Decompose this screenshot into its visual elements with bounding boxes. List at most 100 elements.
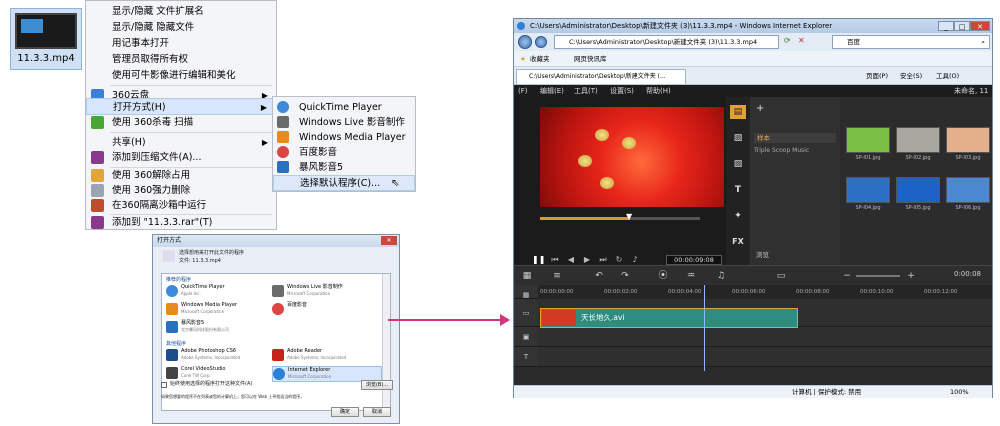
suggested-sites-link[interactable]: 网页快讯库: [574, 51, 607, 67]
subtitle-icon[interactable]: ▭: [774, 270, 788, 282]
menu-file[interactable]: (F): [518, 85, 528, 97]
storyboard-view-icon[interactable]: ▦: [520, 270, 534, 282]
program-videostudio[interactable]: Corel VideoStudio Corel TW Corp.: [166, 366, 266, 382]
media-thumb[interactable]: [946, 127, 990, 153]
track-settings-icon[interactable]: ▦: [514, 285, 538, 299]
menu-item-add-rar[interactable]: 添加到 "11.3.3.rar"(T): [86, 214, 276, 231]
tools-menu[interactable]: 工具(O): [936, 67, 959, 85]
menu-separator: [110, 85, 272, 86]
undo-icon[interactable]: ↶: [592, 270, 606, 282]
media-thumb[interactable]: [846, 177, 890, 203]
timecode-display[interactable]: 00:00:09:08: [666, 255, 722, 265]
browse-button[interactable]: 浏览: [756, 249, 769, 259]
overlay-track-icon[interactable]: ▣: [514, 327, 538, 347]
step-back-button[interactable]: ◀: [566, 255, 576, 265]
zoom-in-icon[interactable]: +: [904, 270, 918, 282]
ok-button[interactable]: 确定: [331, 407, 359, 417]
graphic-icon[interactable]: ✦: [730, 209, 746, 223]
media-tab-icon[interactable]: ▤: [730, 105, 746, 119]
menu-item-add-archive[interactable]: 添加到压缩文件(A)...: [86, 149, 276, 166]
title-track-lane[interactable]: [538, 347, 992, 367]
zoom-slider[interactable]: [856, 275, 900, 277]
media-thumb[interactable]: [896, 177, 940, 203]
cancel-button[interactable]: 取消: [363, 407, 391, 417]
menu-item-take-ownership[interactable]: 管理员取得所有权: [86, 51, 276, 68]
timeline-view-icon[interactable]: ≡: [550, 270, 564, 282]
favorites-button[interactable]: 收藏夹: [530, 51, 550, 67]
title-icon[interactable]: T: [730, 183, 746, 197]
pause-button[interactable]: ❚❚: [532, 255, 545, 265]
program-movie-maker[interactable]: Windows Live 影音制作 Microsoft Corporation: [272, 284, 372, 300]
search-input[interactable]: 百度 ⌕: [832, 35, 990, 49]
library-folder-music[interactable]: Triple Scoop Music: [754, 147, 809, 154]
media-thumb[interactable]: [946, 177, 990, 203]
program-baidu-player[interactable]: 百度影音: [272, 302, 372, 318]
instant-project-icon[interactable]: ▧: [730, 131, 746, 145]
always-use-checkbox[interactable]: [161, 382, 167, 388]
audio-mixer-icon[interactable]: ♒: [684, 270, 698, 282]
submenu-item-storm-player[interactable]: 暴风影音5: [273, 160, 415, 175]
redo-icon[interactable]: ↷: [618, 270, 632, 282]
playhead-line[interactable]: [704, 285, 705, 371]
close-button[interactable]: ✕: [970, 21, 990, 31]
title-track-icon[interactable]: T: [514, 347, 538, 367]
timeline-ruler[interactable]: 00:00:00:00 00:00:02:00 00:00:04:00 00:0…: [538, 285, 992, 299]
submenu-item-quicktime[interactable]: QuickTime Player: [273, 100, 415, 115]
menu-item-360-scan[interactable]: 使用 360杀毒 扫描: [86, 114, 276, 131]
overlay-track-lane[interactable]: [538, 327, 992, 347]
repeat-button[interactable]: ↻: [614, 255, 624, 265]
program-quicktime[interactable]: QuickTime Player Apple Inc.: [166, 284, 266, 300]
video-file-icon[interactable]: 11.3.3.mp4: [10, 8, 82, 70]
close-button[interactable]: ✕: [381, 236, 397, 245]
menu-item-edit-image[interactable]: 使用可牛影像进行编辑和美化: [86, 67, 276, 84]
program-storm-player[interactable]: 暴风影音5 北京暴风科技股份有限公司: [166, 320, 266, 336]
auto-music-icon[interactable]: ♫: [714, 270, 728, 282]
media-thumb[interactable]: [896, 127, 940, 153]
zoom-level[interactable]: 100%: [950, 386, 969, 398]
prev-button[interactable]: ⏮: [550, 255, 560, 265]
submenu-item-baidu-player[interactable]: 百度影音: [273, 145, 415, 160]
program-list[interactable]: 推荐的程序 QuickTime Player Apple Inc. Windows…: [161, 273, 391, 411]
minimize-button[interactable]: _: [938, 21, 954, 31]
refresh-icon[interactable]: ⟳: [784, 36, 791, 45]
menu-edit[interactable]: 编辑(E): [540, 85, 564, 97]
back-button[interactable]: [518, 35, 532, 49]
scrub-handle[interactable]: ▼: [626, 212, 632, 221]
next-button[interactable]: ⏭: [598, 255, 608, 265]
media-thumb[interactable]: [846, 127, 890, 153]
zoom-out-icon[interactable]: −: [840, 270, 854, 282]
menu-item-open-with[interactable]: 打开方式(H) ▶: [86, 98, 276, 115]
page-menu[interactable]: 页面(P): [866, 67, 888, 85]
library-folder-samples[interactable]: 样本: [754, 133, 836, 143]
browse-button[interactable]: 浏览(B)...: [361, 380, 393, 390]
menu-item-toggle-hidden[interactable]: 显示/隐藏 隐藏文件: [86, 19, 276, 36]
record-icon[interactable]: ⦿: [656, 270, 670, 282]
volume-icon[interactable]: ♪: [630, 255, 640, 265]
add-icon[interactable]: +: [756, 103, 764, 114]
submenu-item-movie-maker[interactable]: Windows Live 影音制作: [273, 115, 415, 130]
menu-item-360-sandbox[interactable]: 在360隔离沙箱中运行: [86, 197, 276, 214]
video-track-icon[interactable]: ▭: [514, 299, 538, 327]
address-input[interactable]: C:\Users\Administrator\Desktop\新建文件夹 (3)…: [554, 35, 779, 49]
menu-tools[interactable]: 工具(T): [574, 85, 598, 97]
filter-fx-icon[interactable]: FX: [730, 235, 746, 249]
ruler-tick-label: 00:00:06:00: [732, 289, 766, 295]
program-adobe-reader[interactable]: Adobe Reader Adobe Systems, Incorporated: [272, 348, 372, 364]
program-media-player[interactable]: Windows Media Player Microsoft Corporatio…: [166, 302, 266, 318]
menu-help[interactable]: 帮助(H): [646, 85, 671, 97]
menu-item-open-notepad[interactable]: 用记事本打开: [86, 35, 276, 52]
video-clip[interactable]: 天长地久.avi: [540, 308, 798, 328]
transition-icon[interactable]: ▨: [730, 157, 746, 171]
forward-button[interactable]: [535, 36, 547, 48]
menu-settings[interactable]: 设置(S): [610, 85, 634, 97]
search-icon[interactable]: ⌕: [981, 36, 985, 48]
maximize-button[interactable]: □: [954, 21, 970, 31]
tab-current[interactable]: C:\Users\Administrator\Desktop\新建文件夹 (..…: [516, 69, 686, 84]
menu-item-toggle-extension[interactable]: 显示/隐藏 文件扩展名: [86, 3, 276, 20]
safety-menu[interactable]: 安全(S): [900, 67, 922, 85]
submenu-item-media-player[interactable]: Windows Media Player: [273, 130, 415, 145]
stop-icon[interactable]: ✕: [798, 36, 805, 45]
step-forward-button[interactable]: ▶: [582, 255, 592, 265]
program-photoshop[interactable]: Adobe Photoshop CS6 Adobe Systems, Incorp…: [166, 348, 266, 364]
ruler-tick-label: 00:00:08:00: [796, 289, 830, 295]
